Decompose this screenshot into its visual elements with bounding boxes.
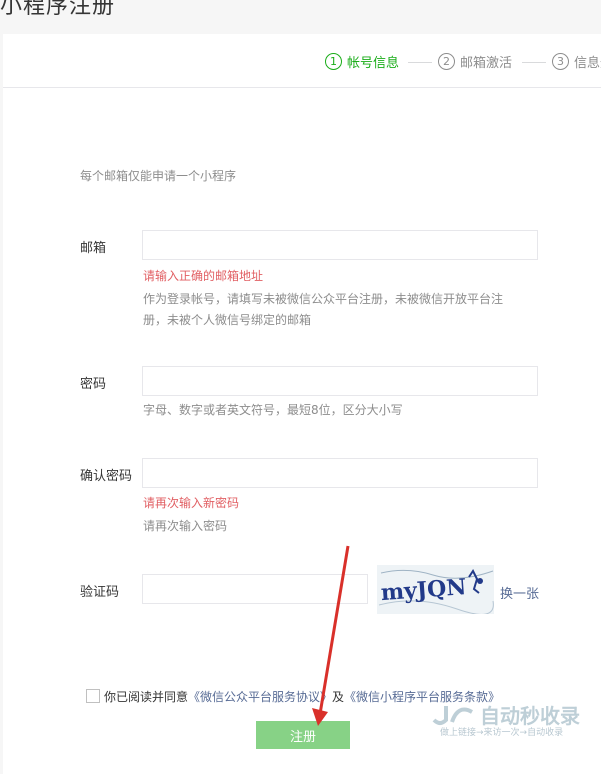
captcha-label: 验证码 [80, 585, 120, 600]
email-hint-line2: 册，未被个人微信号绑定的邮箱 [143, 313, 312, 327]
step-label: 帐号信息 [347, 56, 400, 71]
password-label: 密码 [80, 377, 107, 392]
captcha-graphic: myJQN [378, 569, 494, 615]
email-error: 请输入正确的邮箱地址 [143, 269, 264, 283]
password-hint: 字母、数字或者英文符号，最短8位，区分大小写 [143, 403, 403, 417]
service-agreement-link[interactable]: 《微信公众平台服务协议》 [188, 690, 332, 704]
confirm-password-label: 确认密码 [80, 469, 133, 484]
step-account-info: 1 帐号信息 [325, 52, 399, 71]
agreement-checkbox[interactable] [86, 689, 100, 703]
email-hint: 作为登录帐号，请填写未被微信公众平台注册，未被微信开放平台注 册，未被个人微信号… [143, 289, 538, 331]
email-field[interactable] [142, 230, 538, 260]
agreement-mid: 及 [332, 690, 345, 704]
step-number: 3 [552, 53, 569, 70]
password-field[interactable] [142, 366, 538, 396]
step-connector [522, 62, 546, 63]
captcha-image[interactable]: myJQN [377, 565, 494, 615]
watermark-logo-icon [432, 705, 473, 725]
agreement-prefix: 你已阅读并同意 [104, 690, 189, 704]
captcha-field[interactable] [142, 574, 368, 604]
register-button[interactable]: 注册 [256, 721, 350, 749]
confirm-password-error: 请再次输入新密码 [143, 496, 240, 510]
page-title: 小程序注册 [0, 0, 116, 19]
step-label: 信息登记 [574, 56, 601, 71]
step-email-activation: 2 邮箱激活 [438, 52, 512, 71]
step-connector [408, 62, 432, 63]
step-number: 2 [438, 53, 455, 70]
intro-text: 每个邮箱仅能申请一个小程序 [80, 169, 237, 183]
step-indicator: 1 帐号信息 2 邮箱激活 3 信息登记 [3, 34, 601, 88]
watermark-subtext: 做上链接→来访一次→自动收录 [440, 728, 564, 738]
step-number: 1 [325, 53, 342, 70]
email-label: 邮箱 [80, 241, 107, 256]
step-info-registration: 3 信息登记 [552, 52, 601, 71]
confirm-password-field[interactable] [142, 458, 538, 488]
captcha-text: myJQN [380, 574, 467, 606]
step-label: 邮箱激活 [460, 56, 513, 71]
confirm-password-hint: 请再次输入密码 [143, 519, 228, 533]
email-hint-line1: 作为登录帐号，请填写未被微信公众平台注册，未被微信开放平台注 [143, 292, 504, 306]
refresh-captcha-link[interactable]: 换一张 [500, 583, 539, 602]
